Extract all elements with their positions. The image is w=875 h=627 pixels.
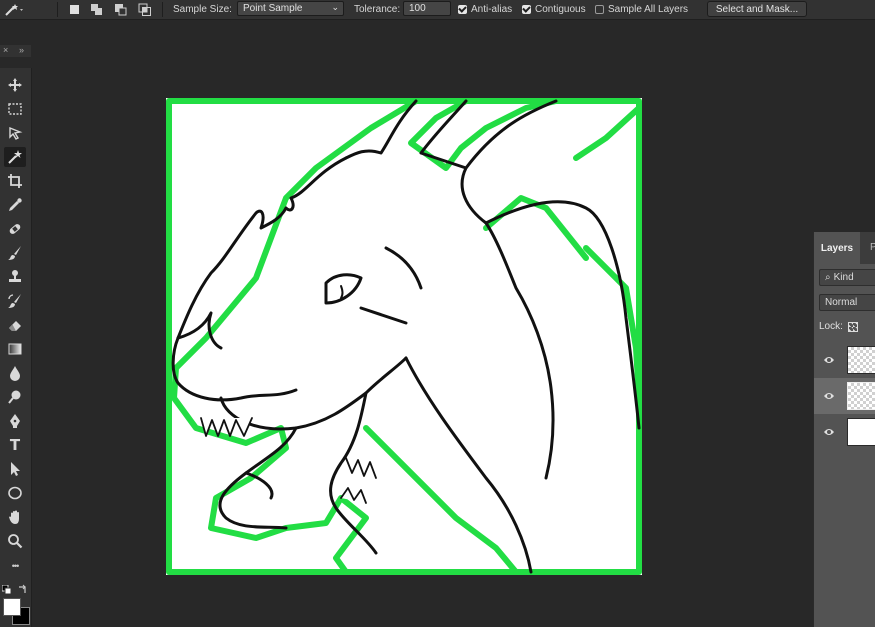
sample-size-select[interactable]: Point Sample ⌄ xyxy=(237,1,344,16)
anti-alias-checkbox[interactable]: Anti-alias xyxy=(458,0,512,19)
dodge-icon xyxy=(8,390,21,404)
eraser-tool[interactable] xyxy=(4,315,26,335)
crop-tool[interactable] xyxy=(4,171,26,191)
more-tools-icon[interactable]: ••• xyxy=(4,556,26,576)
magic-wand-icon[interactable] xyxy=(4,0,26,19)
magic-wand-icon xyxy=(8,150,22,164)
eyedropper-tool[interactable] xyxy=(4,195,26,215)
checkbox-unchecked-icon xyxy=(595,5,604,14)
intersect-selection-icon[interactable] xyxy=(138,3,151,16)
options-bar: Sample Size: Point Sample ⌄ Tolerance: 1… xyxy=(0,0,875,20)
healing-brush-icon xyxy=(9,224,21,234)
anti-alias-label: Anti-alias xyxy=(471,4,513,15)
marquee-tool[interactable] xyxy=(4,99,26,119)
dodge-tool[interactable] xyxy=(4,387,26,407)
blur-icon xyxy=(10,366,20,381)
eraser-icon xyxy=(9,321,21,331)
layer-thumbnail xyxy=(847,382,875,410)
brush-tool[interactable] xyxy=(4,243,26,263)
toolbar-header: × » xyxy=(0,45,31,57)
sample-size-label: Sample Size: xyxy=(173,4,232,15)
ellipse-tool[interactable] xyxy=(4,483,26,503)
sample-size-value: Point Sample xyxy=(243,3,303,14)
history-brush-tool[interactable] xyxy=(4,291,26,311)
gradient-tool[interactable] xyxy=(4,339,26,359)
eye-icon[interactable] xyxy=(823,390,835,402)
sample-all-layers-checkbox[interactable]: Sample All Layers xyxy=(595,0,688,19)
panel-tabs: Layers P xyxy=(814,232,875,264)
blend-mode-value: Normal xyxy=(825,297,858,308)
magic-wand-tool[interactable] xyxy=(4,147,26,167)
new-selection-icon[interactable] xyxy=(68,3,81,16)
dragon-artwork xyxy=(166,98,642,575)
swap-colors-icon[interactable] xyxy=(18,581,28,593)
contiguous-checkbox[interactable]: Contiguous xyxy=(522,0,586,19)
blend-mode-select[interactable]: Normal xyxy=(819,294,875,311)
clone-stamp-icon xyxy=(9,270,21,282)
add-to-selection-icon[interactable] xyxy=(90,3,103,16)
filter-kind-label: Kind xyxy=(833,272,854,283)
path-selection-tool[interactable] xyxy=(4,459,26,479)
type-icon: T xyxy=(9,436,21,454)
tab-next[interactable]: P xyxy=(870,242,875,253)
document-canvas[interactable] xyxy=(166,98,642,575)
close-icon[interactable]: × xyxy=(3,45,8,55)
pen-tool[interactable] xyxy=(4,411,26,431)
collapse-icon[interactable]: » xyxy=(19,45,24,55)
tolerance-input[interactable]: 100 xyxy=(403,1,451,16)
lasso-icon xyxy=(9,126,23,140)
pen-icon xyxy=(10,414,20,428)
checkbox-checked-icon xyxy=(522,5,531,14)
layer-filter-select[interactable]: ⌕ Kind xyxy=(819,269,875,286)
contiguous-label: Contiguous xyxy=(535,4,586,15)
clone-stamp-tool[interactable] xyxy=(4,267,26,287)
lock-transparent-icon[interactable] xyxy=(847,321,858,332)
hand-tool[interactable] xyxy=(4,507,26,527)
hand-icon xyxy=(9,510,19,524)
gradient-icon xyxy=(8,343,22,355)
healing-brush-tool[interactable] xyxy=(4,219,26,239)
search-icon: ⌕ xyxy=(825,272,831,283)
subtract-from-selection-icon[interactable] xyxy=(114,3,127,16)
layer-row-selected[interactable] xyxy=(814,378,875,414)
eye-icon[interactable] xyxy=(823,426,835,438)
blur-tool[interactable] xyxy=(4,363,26,383)
move-tool[interactable] xyxy=(4,75,26,95)
layers-panel: Layers P ⌕ Kind Normal Lock: xyxy=(813,232,875,627)
layer-row-background[interactable] xyxy=(814,414,875,450)
tolerance-label: Tolerance: xyxy=(354,4,401,15)
marquee-icon xyxy=(8,103,22,115)
eye-icon[interactable] xyxy=(823,354,835,366)
brush-icon xyxy=(8,246,21,260)
history-brush-icon xyxy=(8,294,21,308)
chevron-down-icon: ⌄ xyxy=(331,2,339,12)
lock-label: Lock: xyxy=(819,321,843,332)
sample-all-layers-label: Sample All Layers xyxy=(608,4,689,15)
crop-icon xyxy=(8,174,22,188)
checkbox-checked-icon xyxy=(458,5,467,14)
move-icon xyxy=(8,78,22,92)
type-tool[interactable]: T xyxy=(4,435,26,455)
layer-thumbnail xyxy=(847,346,875,374)
zoom-icon xyxy=(8,534,23,549)
select-and-mask-button[interactable]: Select and Mask... xyxy=(707,1,807,17)
lasso-tool[interactable] xyxy=(4,123,26,143)
layer-thumbnail xyxy=(847,418,875,446)
ellipse-icon xyxy=(8,486,22,500)
tools-panel: T ••• xyxy=(0,68,32,627)
foreground-color-swatch[interactable] xyxy=(3,598,21,616)
path-selection-icon xyxy=(11,462,20,476)
zoom-tool[interactable] xyxy=(4,531,26,551)
eyedropper-icon xyxy=(9,198,22,211)
layer-row[interactable] xyxy=(814,342,875,378)
tolerance-value: 100 xyxy=(409,3,426,14)
tab-layers[interactable]: Layers xyxy=(814,232,860,264)
default-colors-icon[interactable] xyxy=(1,582,12,595)
lock-row: Lock: xyxy=(819,321,858,332)
